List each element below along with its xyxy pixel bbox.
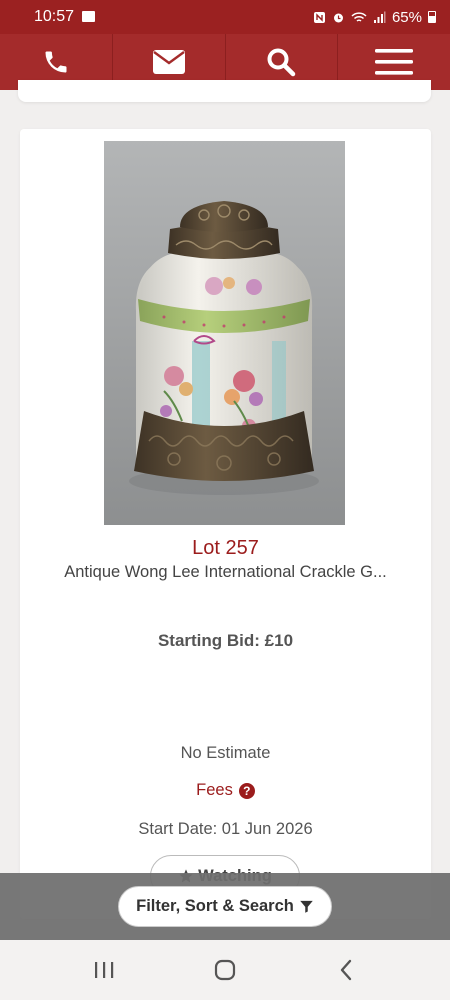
start-date: Start Date: 01 Jun 2026: [138, 820, 313, 838]
starting-bid: Starting Bid: £10: [157, 631, 294, 650]
filter-sort-search-button[interactable]: Filter, Sort & Search: [118, 886, 332, 927]
filter-label: Filter, Sort & Search: [136, 897, 294, 915]
question-circle-icon: ?: [238, 782, 255, 799]
battery-icon: [428, 11, 436, 23]
estimate: No Estimate: [180, 744, 271, 762]
home-button[interactable]: [205, 950, 245, 990]
status-bar: 10:57 65%: [0, 0, 450, 34]
menu-icon: [375, 49, 414, 75]
fees-link[interactable]: Fees ?: [20, 781, 431, 800]
recent-apps-icon: [95, 962, 114, 978]
lot-image[interactable]: [104, 141, 345, 525]
lot-number[interactable]: Lot 257: [20, 537, 431, 560]
search-icon: [267, 48, 296, 77]
alarm-icon: [333, 13, 343, 22]
fees-label: Fees: [196, 781, 233, 799]
previous-lot-card-edge: [18, 80, 431, 102]
phone-icon: [45, 51, 67, 73]
home-icon: [214, 959, 236, 981]
mail-icon: [152, 50, 185, 74]
battery-percent: 65%: [391, 8, 422, 26]
back-chevron-icon: [340, 959, 351, 981]
recent-apps-button[interactable]: [84, 950, 124, 990]
tea-caddy-illustration: [104, 141, 345, 525]
signal-icon: [373, 11, 386, 23]
android-navigation-bar: [0, 940, 450, 1000]
filter-icon: [300, 900, 313, 913]
nfc-icon: [313, 11, 325, 23]
status-icons: 65%: [313, 9, 436, 26]
lot-title[interactable]: Antique Wong Lee International Crackle G…: [20, 563, 431, 582]
lot-card[interactable]: Lot 257 Antique Wong Lee International C…: [20, 129, 431, 919]
folder-icon: [82, 10, 96, 22]
back-button[interactable]: [326, 950, 366, 990]
wifi-icon: [351, 11, 367, 22]
status-time: 10:57: [34, 8, 75, 25]
